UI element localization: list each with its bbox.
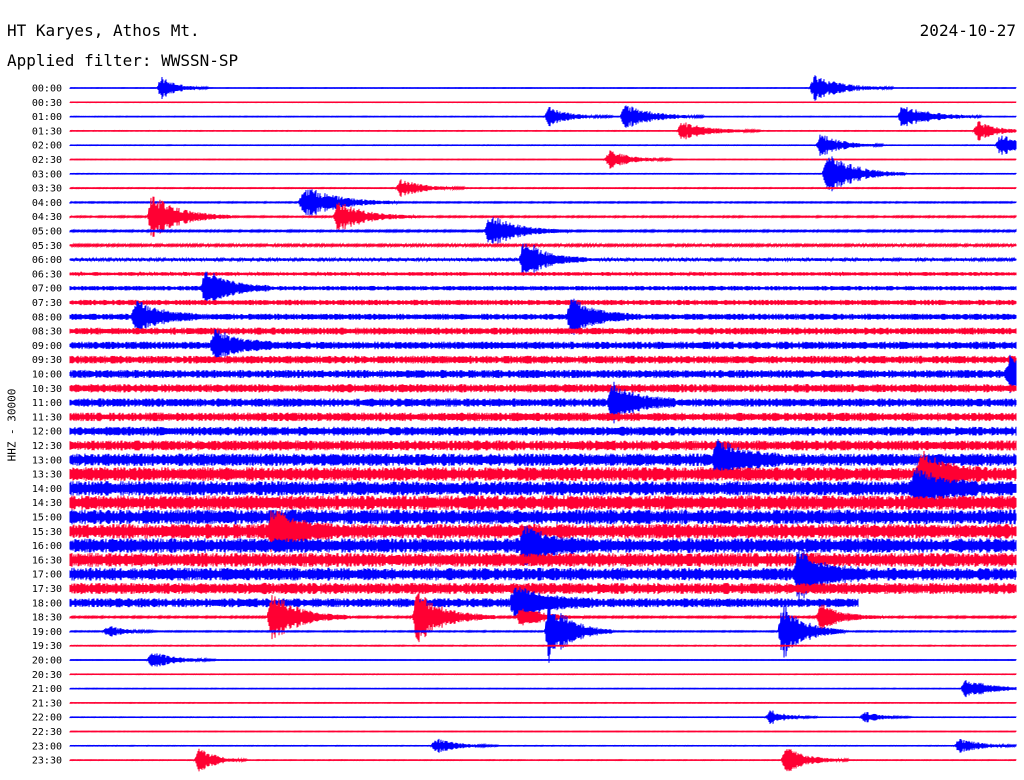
- row-time-label: 12:00: [32, 427, 62, 438]
- row-time-label: 08:30: [32, 327, 62, 338]
- row-time-label: 16:30: [32, 555, 62, 566]
- row-time-label: 10:30: [32, 384, 62, 395]
- row-time-label: 19:00: [32, 627, 62, 638]
- row-time-label: 08:00: [32, 312, 62, 323]
- channel-axis-label: HHZ - 30000: [5, 388, 19, 462]
- row-time-label: 19:30: [32, 641, 62, 652]
- trace-layer: [69, 75, 1017, 772]
- filter-label: Applied filter: WWSSN-SP: [7, 51, 239, 70]
- row-time-label: 05:00: [32, 227, 62, 238]
- row-time-label: 15:30: [32, 527, 62, 538]
- row-time-label: 17:30: [32, 584, 62, 595]
- row-time-label: 22:00: [32, 713, 62, 724]
- row-time-label: 14:00: [32, 484, 62, 495]
- row-time-label: 00:00: [32, 84, 62, 95]
- row-time-label: 18:00: [32, 598, 62, 609]
- date-label: 2024-10-27: [919, 21, 1016, 40]
- row-time-label: 09:30: [32, 355, 62, 366]
- row-time-label: 12:30: [32, 441, 62, 452]
- row-time-label: 06:00: [32, 255, 62, 266]
- row-time-label: 11:00: [32, 398, 62, 409]
- row-time-label: 09:00: [32, 341, 62, 352]
- row-time-label: 02:00: [32, 141, 62, 152]
- row-time-label: 21:30: [32, 698, 62, 709]
- row-time-label: 20:00: [32, 656, 62, 667]
- row-time-label: 01:30: [32, 126, 62, 137]
- row-time-label: 04:30: [32, 212, 62, 223]
- row-time-label: 10:00: [32, 370, 62, 381]
- row-time-label: 16:00: [32, 541, 62, 552]
- row-time-label: 22:30: [32, 727, 62, 738]
- row-time-label: 11:30: [32, 412, 62, 423]
- row-time-label: 17:00: [32, 570, 62, 581]
- helicorder-plot: 00:00 00:30 01:00 01:30 02:00 02:30 03:00 03:30…: [32, 75, 1017, 772]
- row-time-label: 18:30: [32, 613, 62, 624]
- row-time-label: 03:30: [32, 184, 62, 195]
- row-time-label: 05:30: [32, 241, 62, 252]
- row-time-label: 01:00: [32, 112, 62, 123]
- row-time-label: 13:00: [32, 455, 62, 466]
- row-time-label: 03:00: [32, 169, 62, 180]
- row-time-label: 00:30: [32, 98, 62, 109]
- row-time-label: 15:00: [32, 513, 62, 524]
- row-time-label: 06:30: [32, 269, 62, 280]
- helicorder-page: 00:00 00:30 01:00 01:30 02:00 02:30 03:00 03:30…: [0, 0, 1024, 780]
- row-time-label: 07:00: [32, 284, 62, 295]
- station-title: HT Karyes, Athos Mt.: [7, 21, 200, 40]
- row-time-label: 14:30: [32, 498, 62, 509]
- row-time-label: 21:00: [32, 684, 62, 695]
- row-label-layer: 00:00 00:30 01:00 01:30 02:00 02:30 03:00 03:30…: [32, 84, 62, 767]
- row-time-label: 13:30: [32, 470, 62, 481]
- row-time-label: 20:30: [32, 670, 62, 681]
- row-time-label: 02:30: [32, 155, 62, 166]
- row-time-label: 04:00: [32, 198, 62, 209]
- row-time-label: 23:30: [32, 756, 62, 767]
- row-time-label: 23:00: [32, 741, 62, 752]
- row-time-label: 07:30: [32, 298, 62, 309]
